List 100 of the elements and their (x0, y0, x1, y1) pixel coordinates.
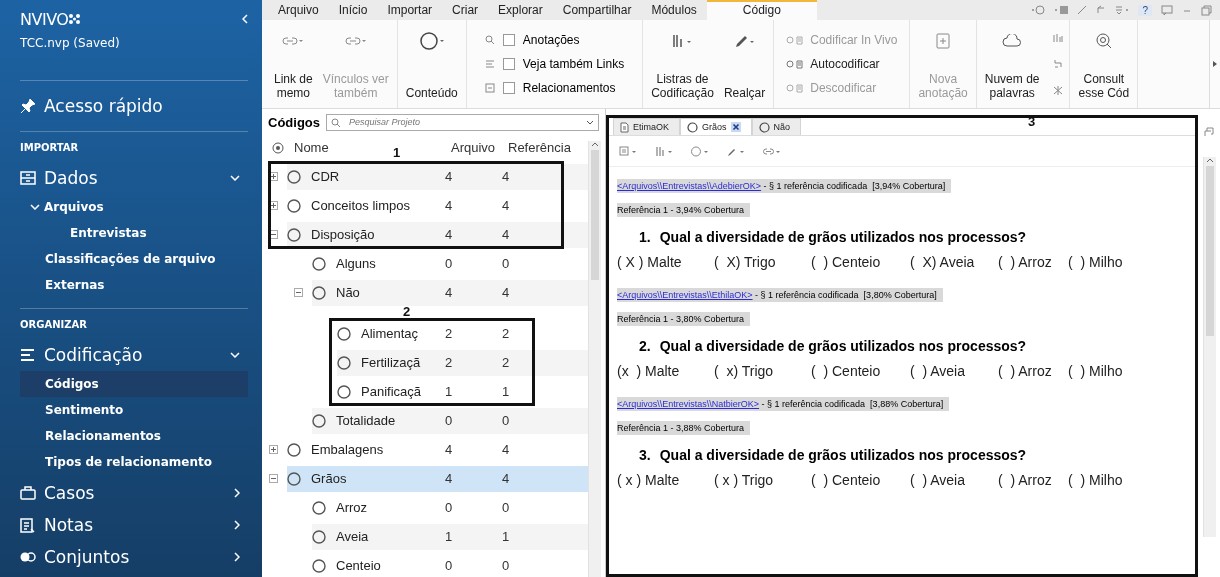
code-name: Fertilizaçã (361, 355, 421, 370)
logo-dots-icon (68, 13, 83, 25)
source-link[interactable]: <Arquivos\\Entrevistas\\AdebierOK> (617, 181, 762, 191)
collapse-box-icon[interactable] (268, 230, 278, 239)
nav-item[interactable]: Classificações de arquivo (20, 246, 248, 272)
ribbon-button[interactable]: Consult esse Cód (1076, 24, 1132, 104)
scrollbar[interactable] (588, 141, 601, 577)
cluster-icon[interactable] (1053, 86, 1064, 96)
search-field[interactable]: Pesquisar Projeto (326, 113, 599, 131)
nav-group[interactable]: Codificação (20, 339, 248, 371)
nav-group[interactable]: Conjuntos (20, 541, 248, 573)
section-heading: ORGANIZAR (20, 317, 88, 332)
tree-row[interactable]: Embalagens 4 4 (287, 436, 588, 463)
tree-row[interactable]: Conceitos limpos 4 4 (287, 192, 588, 219)
scroll-up-icon[interactable] (1205, 157, 1214, 163)
scroll-up-icon[interactable] (591, 141, 599, 147)
restore-icon[interactable] (1201, 4, 1212, 16)
nav-item[interactable]: Sentimento (20, 397, 248, 423)
circle-icon[interactable] (691, 145, 709, 157)
ribbon-tab[interactable]: Código (706, 0, 817, 20)
stripes-icon[interactable] (655, 145, 673, 157)
tree-row[interactable]: Panificaçã 1 1 (337, 378, 588, 405)
comment-icon[interactable] (1161, 4, 1173, 16)
link-icon[interactable] (763, 145, 781, 157)
chevron-right-icon[interactable] (234, 520, 240, 530)
sync-icon[interactable] (1031, 5, 1046, 15)
bar-chart-icon[interactable] (1053, 32, 1064, 42)
source-link[interactable]: <Arquivos\\Entrevistas\\NatbierOK> (617, 399, 760, 409)
table-cell-text: 0 (445, 413, 454, 428)
answer-option: ( ) Centeio (811, 254, 910, 270)
ribbon-button[interactable]: Realçar (721, 24, 768, 104)
nav-group[interactable]: Notas (20, 509, 248, 541)
comment-icon[interactable] (619, 145, 637, 157)
ribbon-tab[interactable]: Início (328, 0, 378, 20)
checkbox[interactable] (502, 34, 515, 46)
column-header[interactable]: Referência (508, 140, 588, 155)
scrollbar-thumb[interactable] (591, 150, 599, 280)
tree-row[interactable]: Centeio 0 0 (312, 552, 588, 577)
dropdown-icon[interactable] (586, 119, 594, 125)
collapse-icon[interactable] (242, 14, 248, 24)
checkbox[interactable] (502, 58, 515, 70)
nav-item[interactable]: Arquivos (20, 194, 248, 220)
nav-item[interactable]: Externas (20, 272, 248, 298)
nav-item[interactable]: Entrevistas (20, 220, 248, 246)
ribbon-tab[interactable]: Módulos (641, 0, 707, 20)
scrollbar[interactable] (1202, 157, 1216, 537)
ribbon-tab[interactable]: Arquivo (268, 0, 329, 20)
nav-item[interactable]: Tipos de relacionamento (20, 449, 248, 475)
tree-row[interactable]: Aveia 1 1 (312, 523, 588, 550)
column-header[interactable]: Nome (294, 140, 329, 155)
scrollbar-thumb[interactable] (1205, 166, 1214, 336)
document-tab[interactable]: EtimaOK (613, 118, 680, 135)
chevron-right-icon[interactable] (234, 488, 240, 498)
document-tab[interactable]: Grãos (680, 118, 752, 135)
add-circle-icon[interactable] (272, 141, 284, 154)
tree-row[interactable]: Alimentaç 2 2 (337, 320, 588, 347)
ribbon-button[interactable]: Conteúdo (403, 24, 460, 104)
table-cell-text: 0 (502, 558, 511, 573)
save-icon[interactable] (1054, 5, 1069, 15)
table-cell-text: 4 (502, 471, 511, 486)
ribbon-tab[interactable]: Explorar (488, 0, 553, 20)
ribbon-button[interactable]: Listras de Codificação (649, 24, 716, 104)
column-header[interactable]: Arquivo (451, 140, 508, 155)
undo-icon[interactable] (1096, 5, 1107, 15)
ribbon-tab[interactable]: Compartilhar (552, 0, 642, 20)
section-heading: IMPORTAR (20, 140, 80, 155)
expand-box-icon[interactable] (268, 172, 278, 181)
tree-row[interactable]: Alguns 0 0 (312, 250, 588, 277)
code-node-icon (337, 384, 351, 399)
document-tab[interactable]: Não (751, 118, 802, 135)
undock-icon[interactable] (1204, 127, 1214, 137)
code-node-icon (312, 529, 326, 544)
chevron-down-icon[interactable] (230, 352, 240, 358)
nav-item[interactable]: Relacionamentos (20, 423, 248, 449)
customize-icon[interactable] (1115, 5, 1130, 15)
ribbon-command[interactable]: Autocodificar (786, 57, 898, 71)
code-name: Panificaçã (361, 384, 421, 399)
ribbon-tab[interactable]: Importar (377, 0, 443, 20)
ribbon-button[interactable]: Link de memo (272, 24, 315, 104)
coding-summary: - § 1 referência codificada [3,88% Cobertura] (760, 399, 944, 409)
tree-row[interactable]: Totalidade 0 0 (312, 407, 588, 434)
ribbon-tab[interactable]: Criar (442, 0, 489, 20)
nav-group[interactable]: Casos (20, 477, 248, 509)
nav-group[interactable]: Dados (20, 162, 248, 194)
checkbox[interactable] (502, 82, 515, 94)
quick-access-item[interactable]: Acesso rápido (20, 81, 248, 131)
tree-row[interactable]: Fertilizaçã 2 2 (337, 349, 588, 376)
nav-item[interactable]: Códigos (20, 371, 248, 397)
chevron-down-icon[interactable] (230, 175, 240, 181)
chevron-right-icon[interactable] (234, 552, 240, 562)
source-link[interactable]: <Arquivos\\Entrevistas\\EthilaOK> (617, 290, 753, 300)
ribbon-button[interactable]: Nuvem de palavras (982, 24, 1042, 104)
edit-icon[interactable] (1077, 5, 1088, 15)
tree-row[interactable]: Arroz 0 0 (312, 494, 588, 521)
close-icon[interactable] (730, 122, 741, 132)
answer-option: ( ) Aveia (910, 363, 998, 379)
help-button[interactable]: ? (1138, 4, 1152, 16)
chevron-down-icon[interactable] (30, 204, 40, 210)
expand-box-icon[interactable] (268, 201, 278, 210)
more-arrow-icon[interactable] (1213, 61, 1217, 67)
